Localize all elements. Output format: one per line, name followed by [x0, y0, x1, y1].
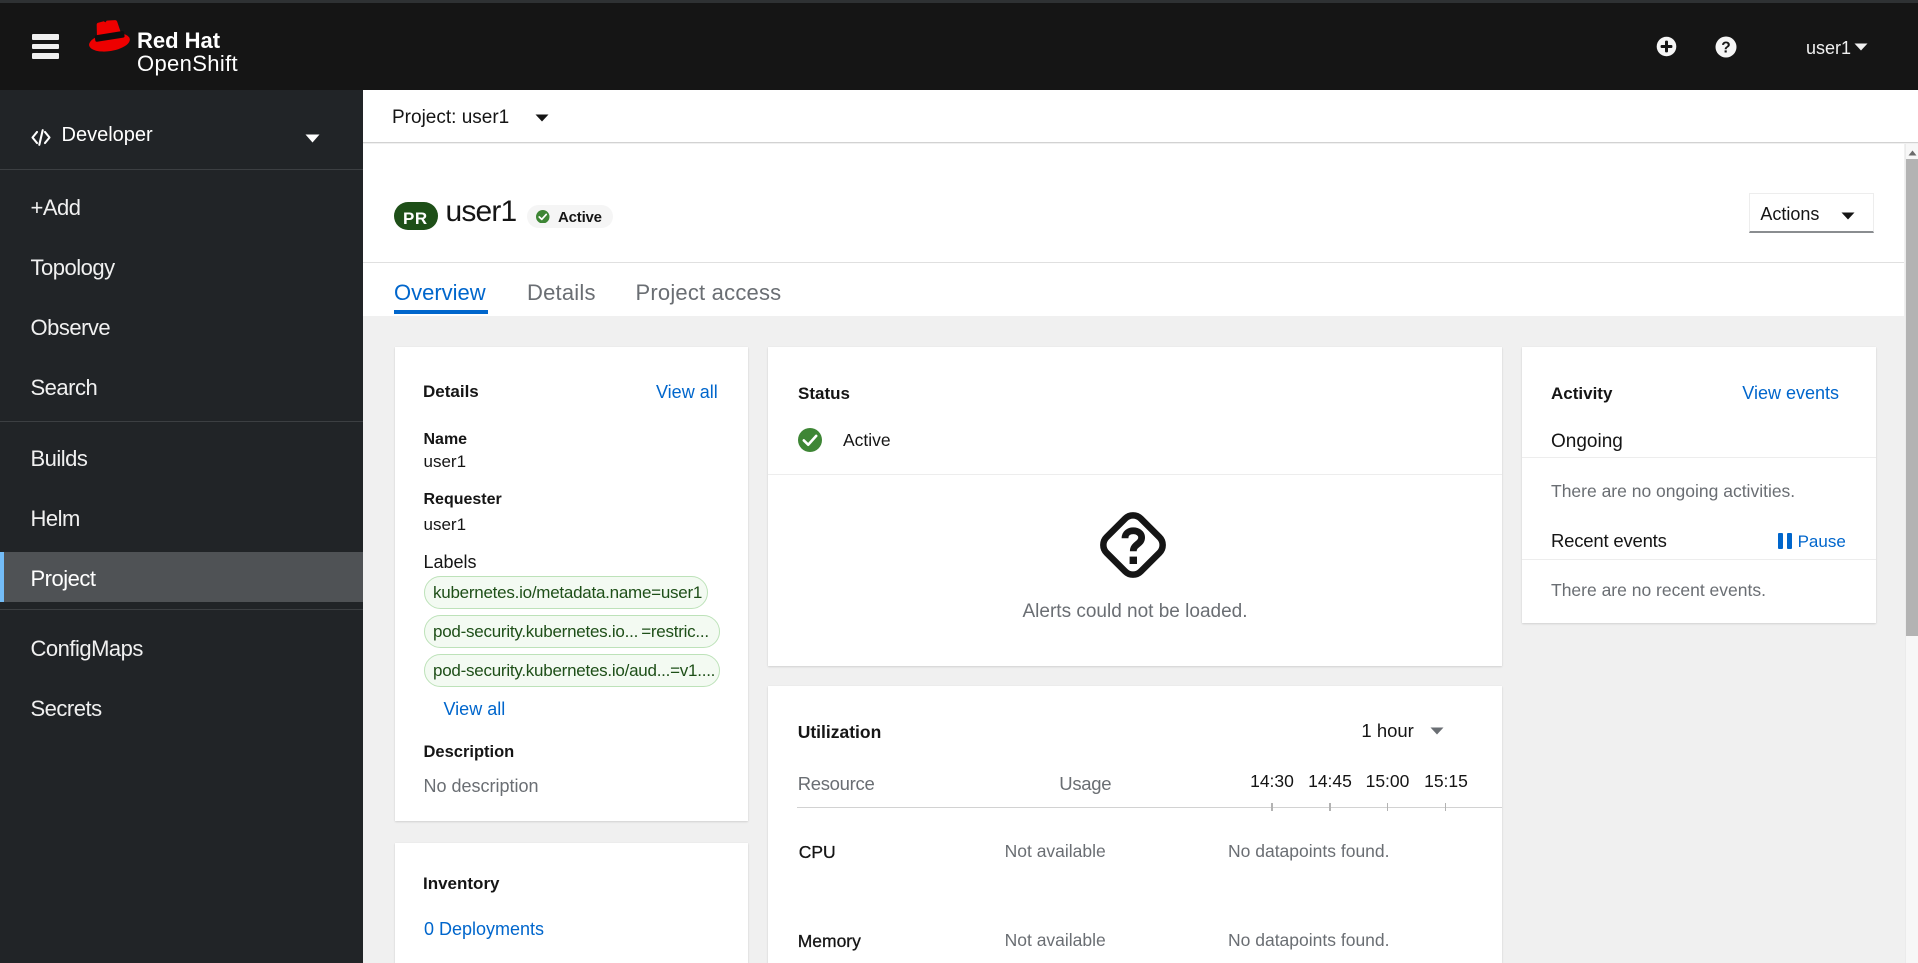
svg-text:?: ? [1721, 39, 1730, 56]
